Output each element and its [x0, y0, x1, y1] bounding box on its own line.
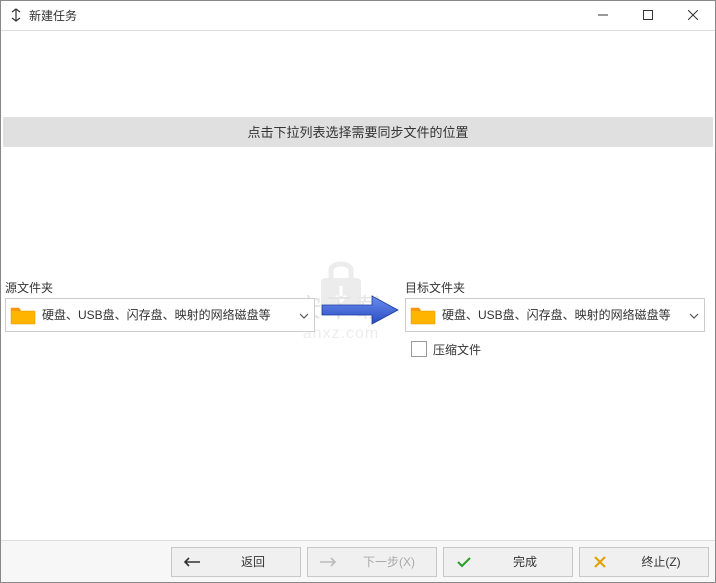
abort-label: 终止(Z)	[624, 553, 698, 570]
compress-checkbox[interactable]	[411, 341, 427, 357]
sync-direction-arrow	[315, 279, 405, 327]
source-folder-dropdown[interactable]: 硬盘、USB盘、闪存盘、映射的网络磁盘等	[5, 298, 315, 332]
check-icon	[454, 556, 474, 568]
finish-button[interactable]: 完成	[443, 547, 573, 577]
app-icon	[9, 8, 23, 22]
abort-button[interactable]: 终止(Z)	[579, 547, 709, 577]
target-folder-label: 目标文件夹	[405, 279, 705, 296]
source-dropdown-text: 硬盘、USB盘、闪存盘、映射的网络磁盘等	[42, 306, 298, 323]
titlebar: 新建任务	[1, 1, 715, 31]
folder-icon	[410, 304, 436, 326]
footer: 返回 下一步(X) 完成 终止(Z)	[1, 540, 715, 582]
source-folder-section: 源文件夹 硬盘、USB盘、闪存盘、映射的网络磁盘等	[5, 279, 315, 332]
instruction-text: 点击下拉列表选择需要同步文件的位置	[247, 122, 468, 141]
folder-icon	[10, 304, 36, 326]
compress-label: 压缩文件	[433, 341, 481, 358]
target-dropdown-text: 硬盘、USB盘、闪存盘、映射的网络磁盘等	[442, 306, 688, 323]
chevron-down-icon	[298, 308, 310, 322]
next-button: 下一步(X)	[307, 547, 437, 577]
arrow-left-icon	[182, 556, 202, 568]
close-button[interactable]	[670, 1, 715, 30]
finish-label: 完成	[488, 553, 562, 570]
instruction-bar: 点击下拉列表选择需要同步文件的位置	[3, 117, 713, 147]
minimize-button[interactable]	[580, 1, 625, 30]
target-folder-section: 目标文件夹 硬盘、USB盘、闪存盘、映射的网络磁盘等	[405, 279, 705, 332]
content-area: 点击下拉列表选择需要同步文件的位置 安下载 anxz.com 源文件夹	[1, 31, 715, 540]
x-icon	[590, 556, 610, 568]
window-title: 新建任务	[29, 7, 580, 24]
next-label: 下一步(X)	[352, 553, 426, 570]
arrow-right-icon	[318, 556, 338, 568]
source-folder-label: 源文件夹	[5, 279, 315, 296]
back-label: 返回	[216, 553, 290, 570]
maximize-button[interactable]	[625, 1, 670, 30]
chevron-down-icon	[688, 308, 700, 322]
target-folder-dropdown[interactable]: 硬盘、USB盘、闪存盘、映射的网络磁盘等	[405, 298, 705, 332]
back-button[interactable]: 返回	[171, 547, 301, 577]
